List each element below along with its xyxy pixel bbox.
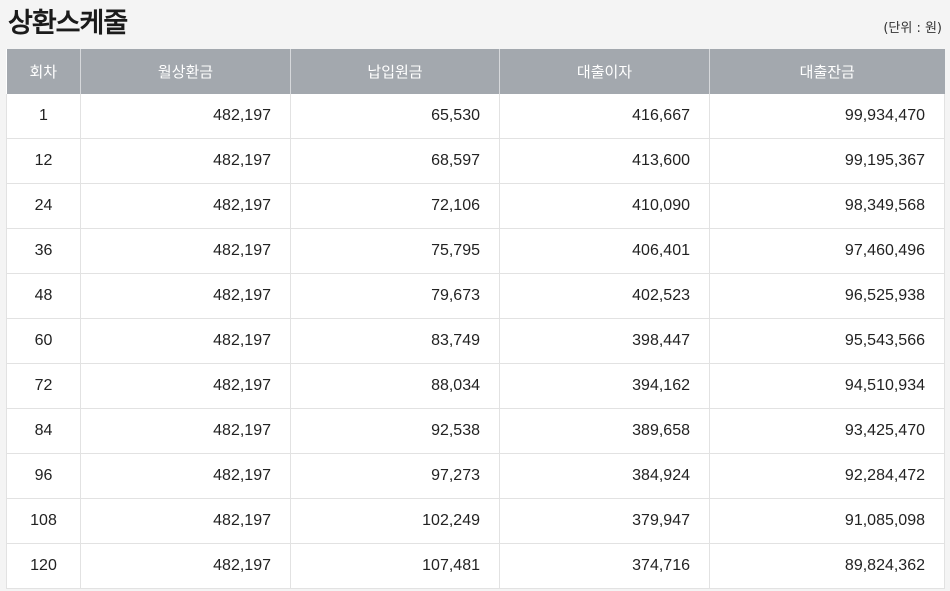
page-title: 상환스케줄 [8,8,128,39]
loan-interest-cell: 389,658 [499,408,710,454]
installment-cell: 12 [6,138,81,184]
principal-paid-cell: 107,481 [290,543,500,589]
principal-paid-cell: 75,795 [290,228,500,274]
principal-paid-cell: 72,106 [290,183,500,229]
column-header-loan-balance: 대출잔금 [709,49,945,94]
table-row: 96 482,197 97,273 384,924 92,284,472 [6,453,945,499]
loan-balance-cell: 94,510,934 [709,363,945,409]
monthly-payment-cell: 482,197 [80,498,291,544]
installment-cell: 96 [6,453,81,499]
monthly-payment-cell: 482,197 [80,363,291,409]
monthly-payment-cell: 482,197 [80,273,291,319]
loan-balance-cell: 97,460,496 [709,228,945,274]
column-header-installment: 회차 [6,49,81,94]
loan-balance-cell: 89,824,362 [709,543,945,589]
loan-balance-cell: 93,425,470 [709,408,945,454]
loan-interest-cell: 402,523 [499,273,710,319]
loan-balance-cell: 99,195,367 [709,138,945,184]
unit-label: (단위 : 원) [883,21,942,36]
principal-paid-cell: 97,273 [290,453,500,499]
installment-cell: 24 [6,183,81,229]
loan-balance-cell: 98,349,568 [709,183,945,229]
monthly-payment-cell: 482,197 [80,543,291,589]
installment-cell: 36 [6,228,81,274]
table-row: 24 482,197 72,106 410,090 98,349,568 [6,183,945,229]
column-header-principal-paid: 납입원금 [290,49,500,94]
loan-balance-cell: 91,085,098 [709,498,945,544]
monthly-payment-cell: 482,197 [80,228,291,274]
loan-balance-cell: 99,934,470 [709,94,945,139]
loan-interest-cell: 398,447 [499,318,710,364]
loan-interest-cell: 394,162 [499,363,710,409]
monthly-payment-cell: 482,197 [80,318,291,364]
installment-cell: 48 [6,273,81,319]
table-row: 36 482,197 75,795 406,401 97,460,496 [6,228,945,274]
table-row: 108 482,197 102,249 379,947 91,085,098 [6,498,945,544]
principal-paid-cell: 68,597 [290,138,500,184]
principal-paid-cell: 65,530 [290,94,500,139]
repayment-schedule-table: 회차 월상환금 납입원금 대출이자 대출잔금 1 482,197 65,530 416… [6,49,945,589]
loan-balance-cell: 92,284,472 [709,453,945,499]
installment-cell: 84 [6,408,81,454]
principal-paid-cell: 79,673 [290,273,500,319]
principal-paid-cell: 92,538 [290,408,500,454]
table-header-row: 회차 월상환금 납입원금 대출이자 대출잔금 [6,49,945,94]
monthly-payment-cell: 482,197 [80,408,291,454]
table-row: 120 482,197 107,481 374,716 89,824,362 [6,543,945,589]
table-row: 84 482,197 92,538 389,658 93,425,470 [6,408,945,454]
installment-cell: 1 [6,94,81,139]
table-row: 72 482,197 88,034 394,162 94,510,934 [6,363,945,409]
loan-balance-cell: 96,525,938 [709,273,945,319]
column-header-monthly-payment: 월상환금 [80,49,291,94]
loan-interest-cell: 413,600 [499,138,710,184]
loan-interest-cell: 374,716 [499,543,710,589]
principal-paid-cell: 102,249 [290,498,500,544]
repayment-schedule-page: 상환스케줄 (단위 : 원) 회차 월상환금 납입원금 대출이자 대출잔금 14… [0,0,950,591]
installment-cell: 108 [6,498,81,544]
monthly-payment-cell: 482,197 [80,138,291,184]
monthly-payment-cell: 482,197 [80,453,291,499]
loan-balance-cell: 95,543,566 [709,318,945,364]
table-row: 48 482,197 79,673 402,523 96,525,938 [6,273,945,319]
table-row: 1 482,197 65,530 416,667 99,934,470 [6,94,945,139]
table-row: 12 482,197 68,597 413,600 99,195,367 [6,138,945,184]
monthly-payment-cell: 482,197 [80,94,291,139]
table-body: 1 482,197 65,530 416,667 99,934,470 12 482,197… [6,94,945,589]
loan-interest-cell: 410,090 [499,183,710,229]
principal-paid-cell: 83,749 [290,318,500,364]
loan-interest-cell: 406,401 [499,228,710,274]
installment-cell: 72 [6,363,81,409]
loan-interest-cell: 379,947 [499,498,710,544]
loan-interest-cell: 416,667 [499,94,710,139]
column-header-loan-interest: 대출이자 [499,49,710,94]
installment-cell: 120 [6,543,81,589]
table-row: 60 482,197 83,749 398,447 95,543,566 [6,318,945,364]
installment-cell: 60 [6,318,81,364]
monthly-payment-cell: 482,197 [80,183,291,229]
loan-interest-cell: 384,924 [499,453,710,499]
principal-paid-cell: 88,034 [290,363,500,409]
